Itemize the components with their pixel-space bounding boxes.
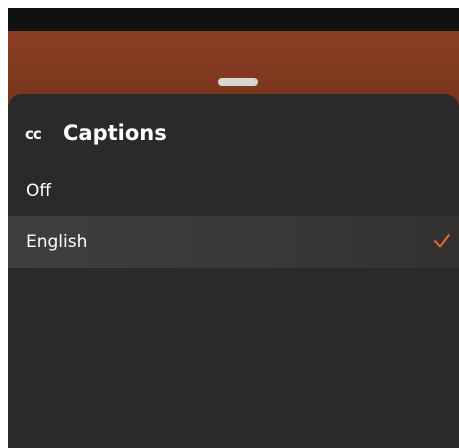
sheet-title: Captions [63, 121, 167, 145]
status-bar [8, 8, 459, 31]
caption-option-label: English [26, 232, 88, 252]
sheet-drag-handle[interactable] [218, 78, 258, 86]
video-player-screen: cc Captions Off English [8, 8, 459, 448]
caption-option-off[interactable]: Off [8, 165, 459, 217]
closed-captions-icon: cc [25, 124, 42, 143]
checkmark-icon [434, 234, 450, 248]
captions-header: cc Captions [25, 118, 167, 148]
caption-option-label: Off [26, 181, 52, 201]
caption-option-english[interactable]: English [8, 216, 459, 268]
